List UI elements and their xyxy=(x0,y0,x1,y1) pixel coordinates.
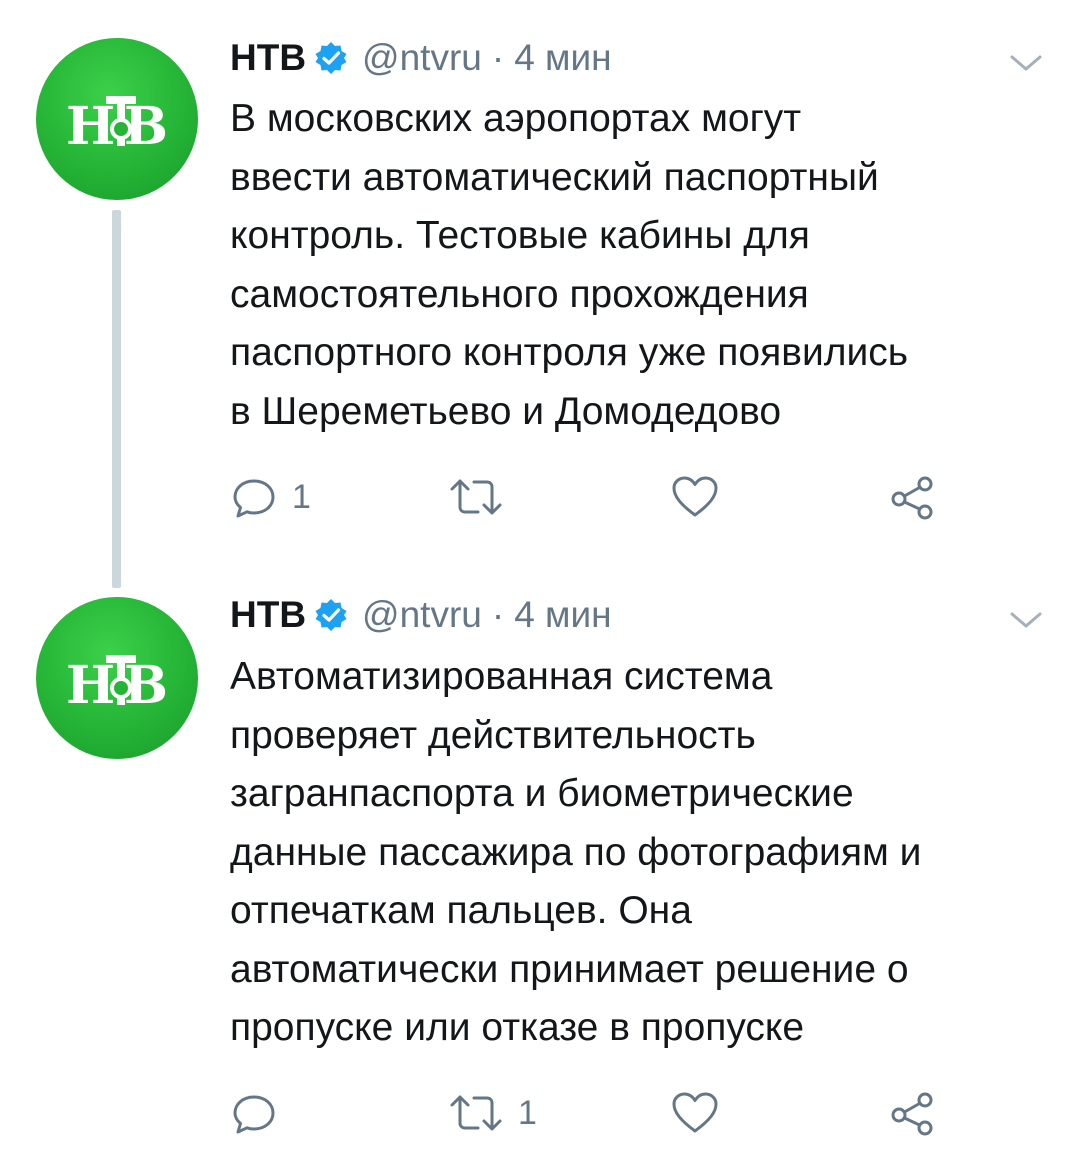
tweet-text-line: самостоятельного прохождения xyxy=(230,272,809,316)
author-name[interactable]: НТВ xyxy=(230,594,306,636)
tweet-text: Автоматизированная система проверяет дей… xyxy=(230,648,1050,1058)
timestamp[interactable]: 4 мин xyxy=(514,37,611,79)
share-icon xyxy=(891,1092,933,1136)
reply-icon xyxy=(233,479,275,518)
share-button[interactable] xyxy=(888,472,938,522)
separator-dot: · xyxy=(491,594,505,635)
heart-icon xyxy=(672,476,718,517)
share-button[interactable] xyxy=(888,1088,938,1138)
tweet-text-line: проверяет действительность xyxy=(230,713,756,757)
tweet-actions: 1 xyxy=(230,472,1050,522)
author-name[interactable]: НТВ xyxy=(230,37,306,79)
avatar[interactable]: Н В xyxy=(36,38,198,200)
tweet[interactable]: Н В НТВ @ntvru · 4 мин В московских аэро… xyxy=(0,0,1080,575)
tweet-header: НТВ @ntvru · 4 мин xyxy=(230,33,612,83)
reply-button[interactable]: 1 xyxy=(230,472,311,522)
retweet-icon xyxy=(450,1095,502,1131)
svg-text:Н: Н xyxy=(66,655,115,716)
tweet-text-line: пропуске или отказе в пропуске xyxy=(230,1006,805,1049)
svg-text:Н: Н xyxy=(66,96,115,157)
reply-count: 1 xyxy=(292,477,311,516)
tweet-header: НТВ @ntvru · 4 мин xyxy=(230,590,612,640)
tweet-text-line: отпечаткам пальцев. Она xyxy=(230,889,692,932)
reply-icon xyxy=(233,1095,275,1134)
tweet-text-line: в Шереметьево и Домодедово xyxy=(230,389,782,433)
avatar[interactable]: Н В xyxy=(36,597,198,759)
ntv-logo-icon: Н В xyxy=(66,655,168,716)
chevron-down-icon[interactable] xyxy=(1008,607,1044,633)
like-button[interactable] xyxy=(670,472,734,522)
tweet-text-line: контроль. Тестовые кабины для xyxy=(230,214,810,257)
retweet-icon xyxy=(450,479,502,515)
tweet-text-line: В московских аэропортах могут xyxy=(230,97,802,140)
separator-dot: · xyxy=(491,37,505,78)
tweet-text-line: паспортного контроля уже появились xyxy=(230,331,909,374)
tweet-text-line: данные пассажира по фотографиям и xyxy=(230,830,922,874)
chevron-down-icon[interactable] xyxy=(1008,50,1044,76)
tweet-text-line: автоматически принимает решение о xyxy=(230,947,909,991)
verified-badge-icon xyxy=(314,598,348,632)
tweet-text-line: загранпаспорта и биометрические xyxy=(230,772,854,815)
timestamp[interactable]: 4 мин xyxy=(514,594,611,636)
retweet-button[interactable] xyxy=(448,472,518,522)
share-icon xyxy=(891,476,933,520)
heart-icon xyxy=(672,1092,718,1133)
author-handle[interactable]: @ntvru xyxy=(362,594,482,636)
author-handle[interactable]: @ntvru xyxy=(362,37,482,79)
ntv-logo-icon: Н В xyxy=(66,96,168,157)
tweet-text: В московских аэропортах могут ввести авт… xyxy=(230,90,1050,441)
verified-badge-icon xyxy=(314,41,348,75)
tweet-actions: 1 xyxy=(230,1088,1050,1138)
retweet-button[interactable]: 1 xyxy=(448,1088,537,1138)
retweet-count: 1 xyxy=(518,1093,537,1132)
reply-button[interactable] xyxy=(230,1088,292,1138)
tweet-text-line: ввести автоматический паспортный xyxy=(230,155,879,199)
tweet[interactable]: Н В НТВ @ntvru · 4 мин Автоматизированна… xyxy=(0,575,1080,1170)
like-button[interactable] xyxy=(670,1088,734,1138)
tweet-text-line: Автоматизированная система xyxy=(230,655,773,698)
